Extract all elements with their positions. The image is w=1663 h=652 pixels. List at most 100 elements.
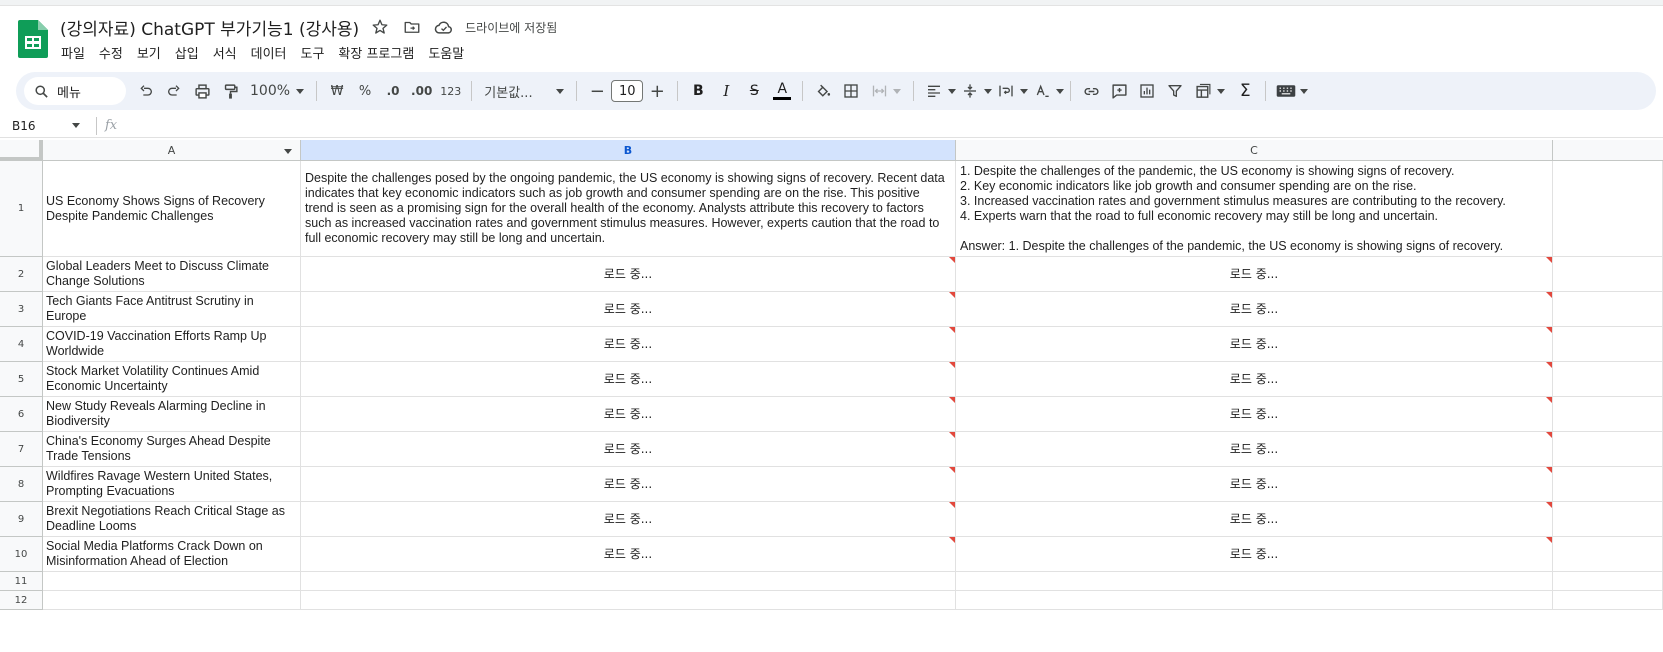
row-header[interactable]: 6 bbox=[0, 397, 43, 432]
document-title[interactable]: (강의자료) ChatGPT 부가기능1 (강사용) bbox=[60, 15, 359, 40]
insert-link-icon[interactable] bbox=[1077, 77, 1105, 105]
column-header-b[interactable]: B bbox=[301, 140, 956, 161]
cell-a1[interactable]: US Economy Shows Signs of Recovery Despi… bbox=[43, 161, 301, 257]
menu-file[interactable]: 파일 bbox=[54, 41, 92, 63]
chevron-down-icon[interactable] bbox=[1020, 88, 1029, 94]
cell-d12[interactable] bbox=[1553, 591, 1663, 610]
chevron-down-icon[interactable] bbox=[984, 88, 993, 94]
select-all-corner[interactable] bbox=[0, 140, 43, 161]
chevron-down-icon[interactable] bbox=[1056, 88, 1065, 94]
decrease-decimal-button[interactable]: .0 bbox=[379, 77, 407, 105]
fill-color-icon[interactable] bbox=[809, 77, 837, 105]
row-header[interactable]: 10 bbox=[0, 537, 43, 572]
cell-a8[interactable]: Wildfires Ravage Western United States, … bbox=[43, 467, 301, 502]
row-header[interactable]: 7 bbox=[0, 432, 43, 467]
error-flag-icon[interactable] bbox=[1546, 327, 1552, 333]
currency-format-button[interactable]: ₩ bbox=[323, 77, 351, 105]
row-header[interactable]: 8 bbox=[0, 467, 43, 502]
cell-b1[interactable]: Despite the challenges posed by the ongo… bbox=[301, 161, 956, 257]
error-flag-icon[interactable] bbox=[949, 397, 955, 403]
input-tools-icon[interactable] bbox=[1272, 77, 1300, 105]
column-header-a[interactable]: A bbox=[43, 140, 301, 161]
cell-a12[interactable] bbox=[43, 591, 301, 610]
cell-b3[interactable]: 로드 중... bbox=[301, 292, 956, 327]
print-icon[interactable] bbox=[188, 77, 216, 105]
cell-c5[interactable]: 로드 중... bbox=[956, 362, 1553, 397]
cell-b9[interactable]: 로드 중... bbox=[301, 502, 956, 537]
error-flag-icon[interactable] bbox=[1546, 467, 1552, 473]
chevron-down-icon[interactable] bbox=[284, 149, 292, 154]
error-flag-icon[interactable] bbox=[949, 292, 955, 298]
cell-c6[interactable]: 로드 중... bbox=[956, 397, 1553, 432]
cell-a3[interactable]: Tech Giants Face Antitrust Scrutiny in E… bbox=[43, 292, 301, 327]
cell-a4[interactable]: COVID-19 Vaccination Efforts Ramp Up Wor… bbox=[43, 327, 301, 362]
cell-d10[interactable] bbox=[1553, 537, 1663, 572]
sheets-logo-icon[interactable] bbox=[18, 20, 48, 58]
chevron-down-icon[interactable] bbox=[948, 88, 957, 94]
cell-d1[interactable] bbox=[1553, 161, 1663, 257]
cell-a5[interactable]: Stock Market Volatility Continues Amid E… bbox=[43, 362, 301, 397]
cell-c12[interactable] bbox=[956, 591, 1553, 610]
error-flag-icon[interactable] bbox=[1546, 257, 1552, 263]
cloud-saved-icon[interactable] bbox=[433, 16, 455, 38]
cell-b8[interactable]: 로드 중... bbox=[301, 467, 956, 502]
menu-help[interactable]: 도움말 bbox=[421, 41, 471, 63]
chevron-down-icon[interactable] bbox=[893, 88, 902, 94]
cell-b10[interactable]: 로드 중... bbox=[301, 537, 956, 572]
row-header[interactable]: 12 bbox=[0, 591, 43, 610]
row-header[interactable]: 3 bbox=[0, 292, 43, 327]
cell-d11[interactable] bbox=[1553, 572, 1663, 591]
cell-a2[interactable]: Global Leaders Meet to Discuss Climate C… bbox=[43, 257, 301, 292]
decrease-font-size-button[interactable]: − bbox=[583, 77, 611, 105]
cell-c10[interactable]: 로드 중... bbox=[956, 537, 1553, 572]
cell-c9[interactable]: 로드 중... bbox=[956, 502, 1553, 537]
cell-c4[interactable]: 로드 중... bbox=[956, 327, 1553, 362]
row-header[interactable]: 4 bbox=[0, 327, 43, 362]
text-wrapping-icon[interactable] bbox=[992, 77, 1020, 105]
error-flag-icon[interactable] bbox=[949, 257, 955, 263]
cell-d9[interactable] bbox=[1553, 502, 1663, 537]
insert-chart-icon[interactable] bbox=[1133, 77, 1161, 105]
cell-d8[interactable] bbox=[1553, 467, 1663, 502]
percent-format-button[interactable]: % bbox=[351, 77, 379, 105]
bold-button[interactable]: B bbox=[684, 77, 712, 105]
cell-c2[interactable]: 로드 중... bbox=[956, 257, 1553, 292]
merge-cells-icon[interactable] bbox=[865, 77, 893, 105]
italic-button[interactable]: I bbox=[712, 77, 740, 105]
cell-b11[interactable] bbox=[301, 572, 956, 591]
cell-d7[interactable] bbox=[1553, 432, 1663, 467]
error-flag-icon[interactable] bbox=[1546, 397, 1552, 403]
error-flag-icon[interactable] bbox=[949, 327, 955, 333]
zoom-dropdown[interactable]: 100% bbox=[244, 77, 310, 105]
cell-d6[interactable] bbox=[1553, 397, 1663, 432]
cell-c7[interactable]: 로드 중... bbox=[956, 432, 1553, 467]
font-family-dropdown[interactable]: 기본값... bbox=[478, 77, 570, 105]
increase-font-size-button[interactable]: + bbox=[643, 77, 671, 105]
menu-search-box[interactable]: 메뉴 bbox=[24, 77, 126, 105]
cell-d2[interactable] bbox=[1553, 257, 1663, 292]
strikethrough-button[interactable]: S bbox=[740, 77, 768, 105]
font-size-input[interactable]: 10 bbox=[611, 80, 644, 102]
cell-a11[interactable] bbox=[43, 572, 301, 591]
error-flag-icon[interactable] bbox=[949, 432, 955, 438]
cell-c1[interactable]: 1. Despite the challenges of the pandemi… bbox=[956, 161, 1553, 257]
cell-b5[interactable]: 로드 중... bbox=[301, 362, 956, 397]
filter-icon[interactable] bbox=[1161, 77, 1189, 105]
row-header[interactable]: 9 bbox=[0, 502, 43, 537]
error-flag-icon[interactable] bbox=[1546, 362, 1552, 368]
cell-d5[interactable] bbox=[1553, 362, 1663, 397]
cell-a6[interactable]: New Study Reveals Alarming Decline in Bi… bbox=[43, 397, 301, 432]
cell-b12[interactable] bbox=[301, 591, 956, 610]
row-header[interactable]: 11 bbox=[0, 572, 43, 591]
move-folder-icon[interactable] bbox=[401, 16, 423, 38]
menu-insert[interactable]: 삽입 bbox=[168, 41, 206, 63]
menu-view[interactable]: 보기 bbox=[130, 41, 168, 63]
cell-a9[interactable]: Brexit Negotiations Reach Critical Stage… bbox=[43, 502, 301, 537]
menu-extensions[interactable]: 확장 프로그램 bbox=[331, 41, 421, 63]
cell-d3[interactable] bbox=[1553, 292, 1663, 327]
cell-b7[interactable]: 로드 중... bbox=[301, 432, 956, 467]
error-flag-icon[interactable] bbox=[1546, 537, 1552, 543]
insert-comment-icon[interactable] bbox=[1105, 77, 1133, 105]
menu-format[interactable]: 서식 bbox=[206, 41, 244, 63]
column-header-d[interactable] bbox=[1553, 140, 1663, 161]
